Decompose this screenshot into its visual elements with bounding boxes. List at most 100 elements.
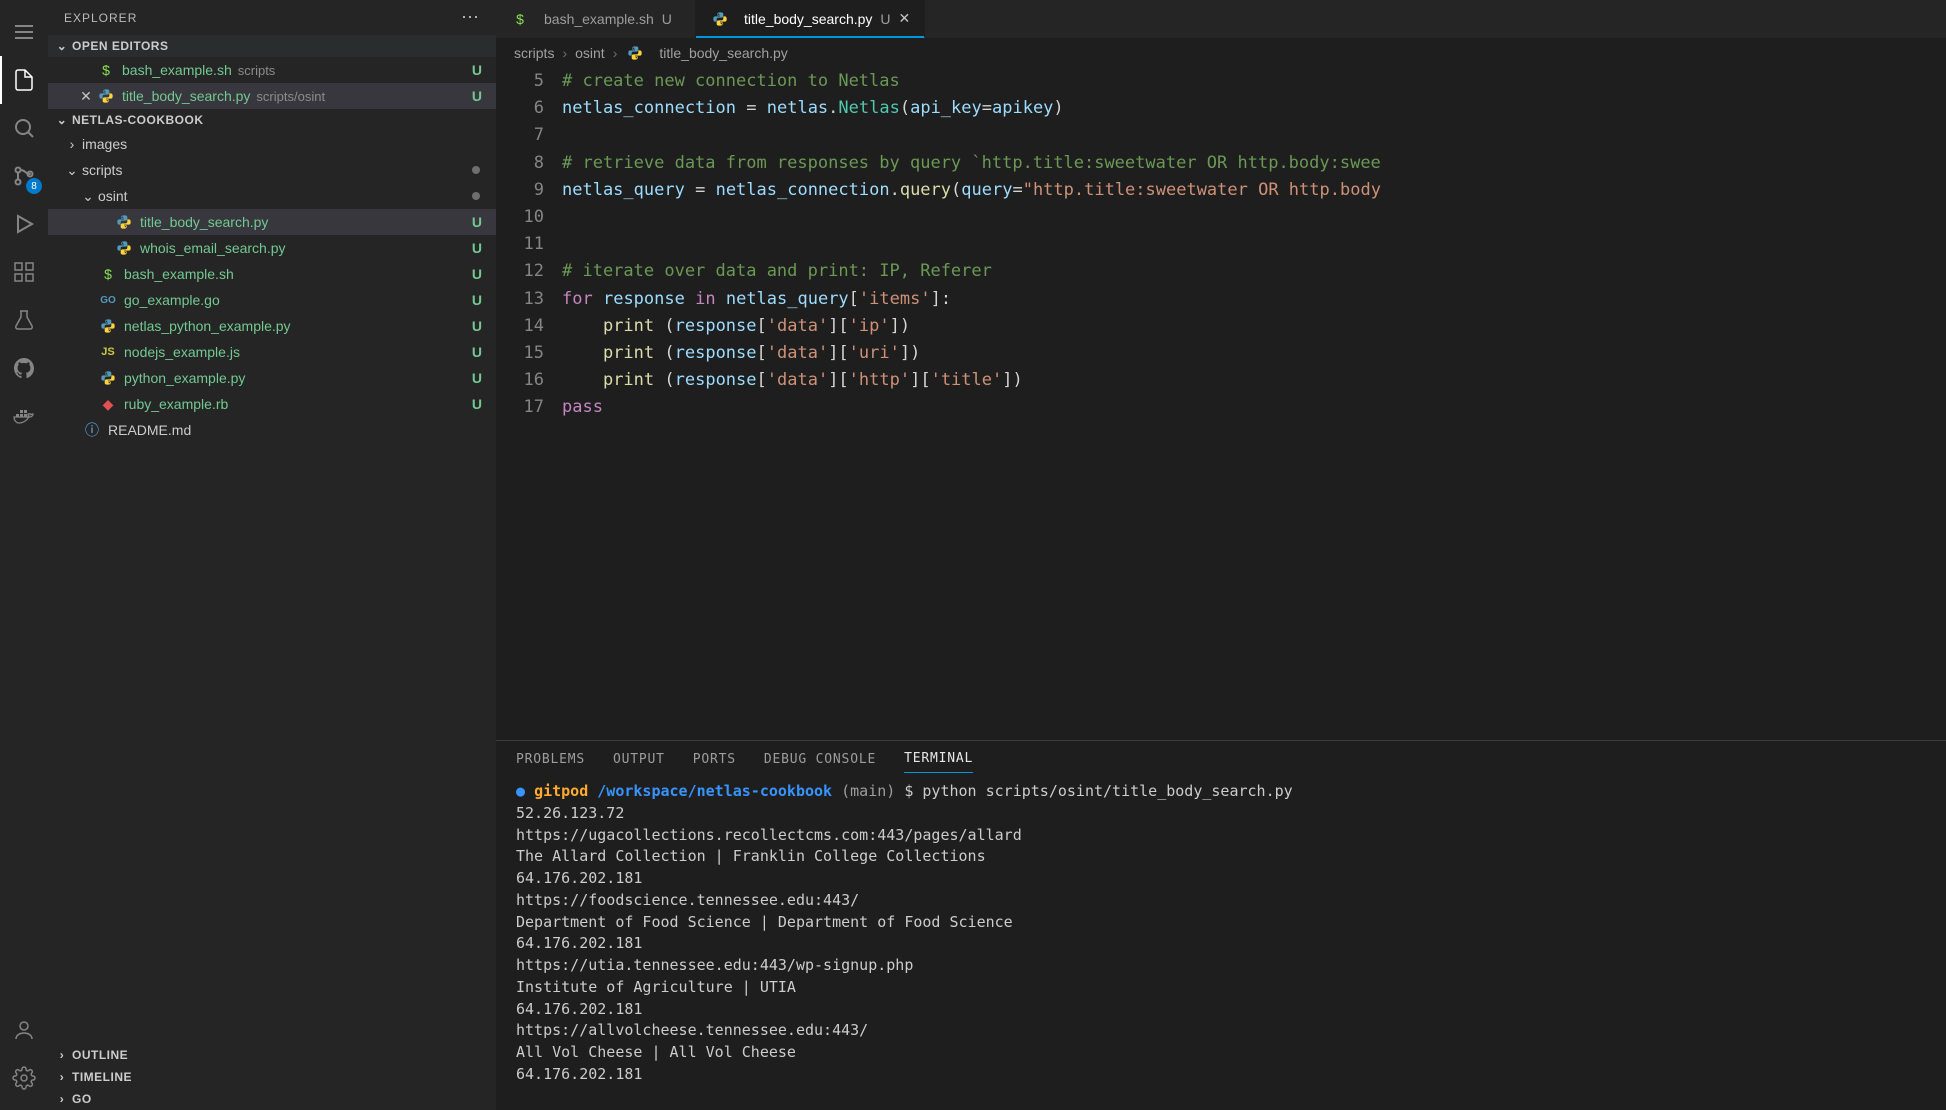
panel-tab-output[interactable]: OUTPUT	[613, 746, 665, 773]
file-item[interactable]: netlas_python_example.pyU	[48, 313, 496, 339]
file-item[interactable]: GOgo_example.goU	[48, 287, 496, 313]
prompt-symbol: $	[904, 782, 913, 800]
git-status: U	[472, 266, 482, 282]
code-line[interactable]: # iterate over data and print: IP, Refer…	[562, 258, 1946, 285]
section-label: TIMELINE	[72, 1070, 132, 1084]
menu-icon[interactable]	[0, 8, 48, 56]
prompt-user: gitpod	[534, 782, 588, 800]
code-line[interactable]	[562, 231, 1946, 258]
code-editor[interactable]: 567891011121314151617 # create new conne…	[496, 68, 1946, 740]
item-name: python_example.py	[124, 370, 245, 386]
tab-status: U	[662, 11, 672, 27]
git-status: U	[472, 240, 482, 256]
run-debug-icon[interactable]	[0, 200, 48, 248]
section-go[interactable]: › GO	[48, 1088, 496, 1110]
line-number: 7	[496, 122, 544, 149]
item-name: title_body_search.py	[140, 214, 268, 230]
panel-tab-debug-console[interactable]: DEBUG CONSOLE	[764, 746, 876, 773]
folder-item[interactable]: ⌄osint	[48, 183, 496, 209]
accounts-icon[interactable]	[0, 1006, 48, 1054]
modified-dot-icon	[472, 192, 480, 200]
editor-tab[interactable]: $ bash_example.sh U	[496, 0, 696, 38]
section-timeline[interactable]: › TIMELINE	[48, 1066, 496, 1088]
line-number: 11	[496, 231, 544, 258]
sidebar-more-icon[interactable]: ⋯	[461, 7, 480, 28]
code-lines[interactable]: # create new connection to Netlasnetlas_…	[562, 68, 1946, 740]
line-gutter: 567891011121314151617	[496, 68, 562, 740]
source-control-icon[interactable]: 8	[0, 152, 48, 200]
code-line[interactable]	[562, 204, 1946, 231]
panel-tab-ports[interactable]: PORTS	[693, 746, 736, 773]
open-editors-list: ✕$bash_example.shscriptsU✕title_body_sea…	[48, 57, 496, 109]
git-status: U	[472, 62, 482, 78]
code-line[interactable]: # create new connection to Netlas	[562, 68, 1946, 95]
python-icon	[98, 316, 118, 336]
chevron-right-icon: ›	[54, 1048, 70, 1062]
code-line[interactable]: netlas_connection = netlas.Netlas(api_ke…	[562, 95, 1946, 122]
explorer-icon[interactable]	[0, 56, 48, 104]
close-icon[interactable]: ✕	[899, 10, 911, 27]
open-editor-item[interactable]: ✕title_body_search.pyscripts/osintU	[48, 83, 496, 109]
panel-tab-terminal[interactable]: TERMINAL	[904, 745, 973, 773]
line-number: 15	[496, 340, 544, 367]
shell-icon: $	[96, 60, 116, 80]
file-item[interactable]: whois_email_search.pyU	[48, 235, 496, 261]
git-status: U	[472, 344, 482, 360]
open-editor-item[interactable]: ✕$bash_example.shscriptsU	[48, 57, 496, 83]
section-open-editors[interactable]: ⌄ OPEN EDITORS	[48, 35, 496, 57]
extensions-icon[interactable]	[0, 248, 48, 296]
prompt-branch: (main)	[841, 782, 895, 800]
folder-item[interactable]: ›images	[48, 131, 496, 157]
code-line[interactable]: for response in netlas_query['items']:	[562, 286, 1946, 313]
git-status: U	[472, 88, 482, 104]
git-status: U	[472, 214, 482, 230]
explorer-sidebar: EXPLORER ⋯ ⌄ OPEN EDITORS ✕$bash_example…	[48, 0, 496, 1110]
editor-area: $ bash_example.sh Utitle_body_search.py U…	[496, 0, 1946, 1110]
breadcrumbs[interactable]: scripts›osint›title_body_search.py	[496, 38, 1946, 68]
code-line[interactable]: print (response['data']['http']['title']…	[562, 367, 1946, 394]
git-status: U	[472, 396, 482, 412]
code-line[interactable]: # retrieve data from responses by query …	[562, 150, 1946, 177]
section-outline[interactable]: › OUTLINE	[48, 1044, 496, 1066]
search-icon[interactable]	[0, 104, 48, 152]
code-line[interactable]: print (response['data']['uri'])	[562, 340, 1946, 367]
section-project[interactable]: ⌄ NETLAS-COOKBOOK	[48, 109, 496, 131]
editor-tab[interactable]: title_body_search.py U✕	[696, 0, 925, 38]
code-line[interactable]	[562, 122, 1946, 149]
github-icon[interactable]	[0, 344, 48, 392]
chevron-down-icon: ⌄	[80, 188, 96, 205]
docker-icon[interactable]	[0, 392, 48, 440]
prompt-dot-icon: ●	[516, 782, 525, 800]
file-item[interactable]: python_example.pyU	[48, 365, 496, 391]
breadcrumb-item[interactable]: osint	[575, 45, 605, 61]
shell-icon: $	[510, 9, 530, 29]
info-icon: ⓘ	[82, 420, 102, 440]
settings-gear-icon[interactable]	[0, 1054, 48, 1102]
tab-title: title_body_search.py	[744, 11, 872, 27]
file-item[interactable]: title_body_search.py U	[48, 209, 496, 235]
terminal-output[interactable]: ● gitpod /workspace/netlas-cookbook (mai…	[496, 777, 1946, 1110]
chevron-down-icon: ⌄	[64, 162, 80, 179]
testing-icon[interactable]	[0, 296, 48, 344]
code-line[interactable]: print (response['data']['ip'])	[562, 313, 1946, 340]
javascript-icon: JS	[98, 342, 118, 362]
python-icon	[114, 238, 134, 258]
activity-bar: 8	[0, 0, 48, 1110]
item-name: ruby_example.rb	[124, 396, 228, 412]
panel-tab-problems[interactable]: PROBLEMS	[516, 746, 585, 773]
file-item[interactable]: $bash_example.shU	[48, 261, 496, 287]
close-icon[interactable]: ✕	[76, 88, 96, 105]
file-item[interactable]: ⓘREADME.md	[48, 417, 496, 443]
file-item[interactable]: ◆ruby_example.rbU	[48, 391, 496, 417]
shell-icon: $	[98, 264, 118, 284]
code-line[interactable]: pass	[562, 394, 1946, 421]
breadcrumb-item[interactable]: title_body_search.py	[659, 45, 787, 61]
file-item[interactable]: JSnodejs_example.jsU	[48, 339, 496, 365]
panel-tabs: PROBLEMS OUTPUT PORTS DEBUG CONSOLE TERMINAL	[496, 741, 1946, 777]
tab-title: bash_example.sh	[544, 11, 654, 27]
breadcrumb-item[interactable]: scripts	[514, 45, 554, 61]
folder-item[interactable]: ⌄scripts	[48, 157, 496, 183]
code-line[interactable]: netlas_query = netlas_connection.query(q…	[562, 177, 1946, 204]
line-number: 14	[496, 313, 544, 340]
python-icon	[710, 9, 730, 29]
